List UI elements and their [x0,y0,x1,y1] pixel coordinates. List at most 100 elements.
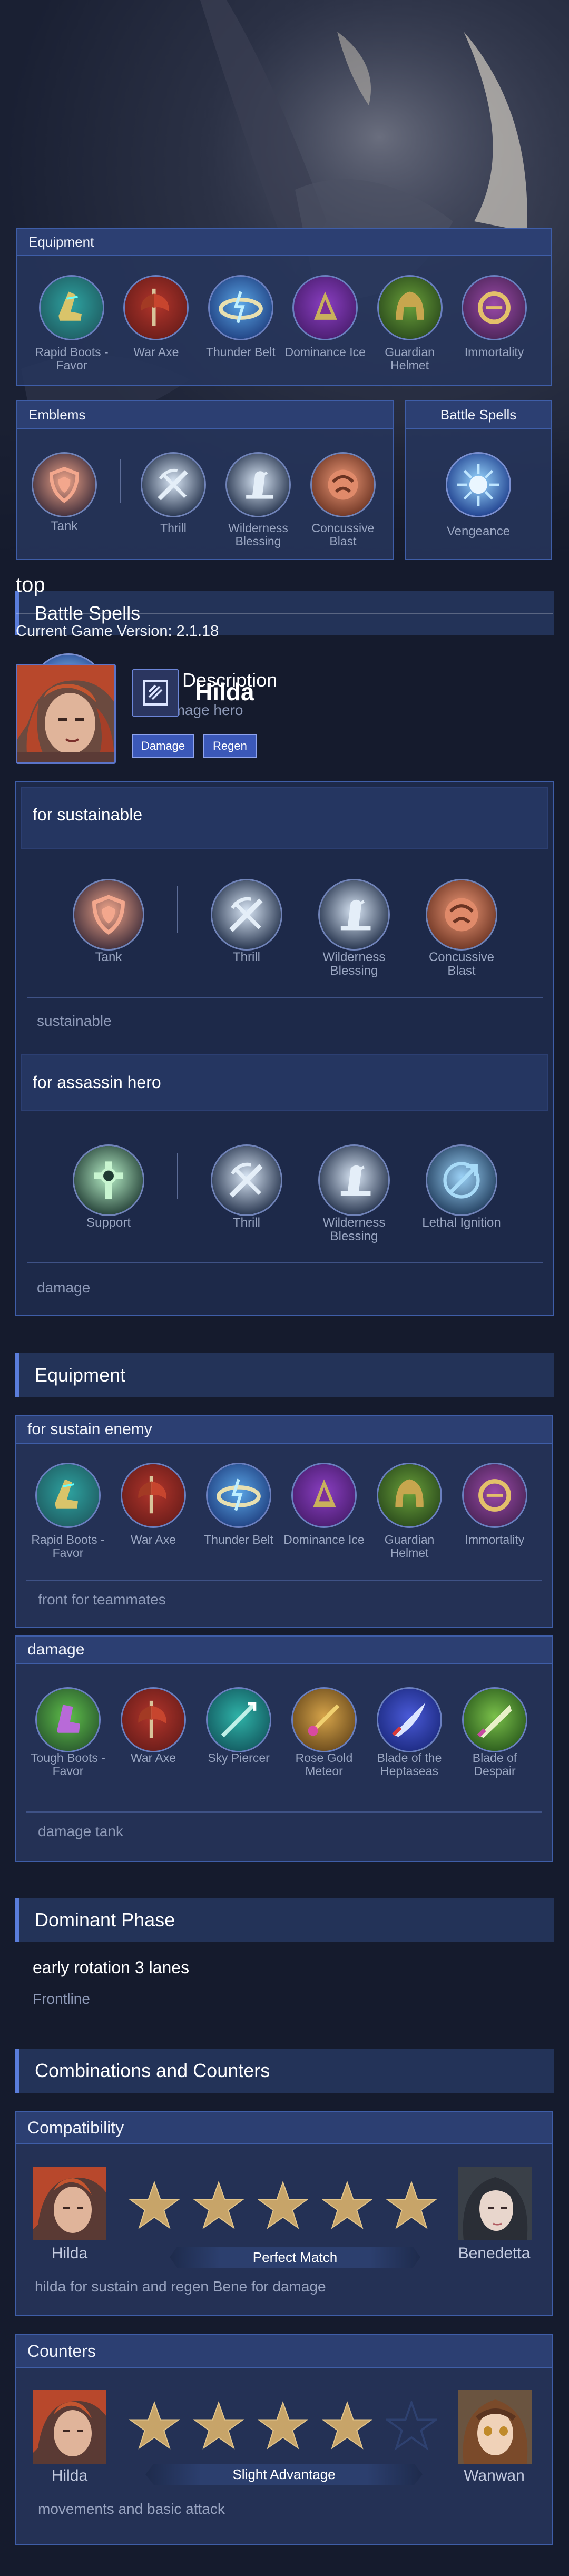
emblems-panel-title: Emblems [17,401,393,429]
item-war-axe-icon[interactable] [121,1463,186,1528]
counter-star-1-filled-icon [129,2401,180,2450]
compat-star-3-filled-icon [258,2180,308,2229]
emblem-build-1-title: for sustainable [33,805,143,824]
talent-lethal-ignition-icon[interactable] [426,1144,497,1216]
hero-portrait [16,664,116,764]
item-blade-of-despair-icon[interactable] [462,1687,527,1752]
talent-label: Concussive Blast [428,950,495,978]
emblem-support-icon[interactable] [73,1144,144,1216]
item-label: War Axe [130,1533,176,1546]
counters-label: Slight Advantage [145,2464,423,2485]
item-label: Blade of Despair [472,1751,517,1778]
item-label: Blade of the Heptaseas [377,1751,442,1778]
tag-damage: Damage [132,734,195,758]
battle-spells-panel-title: Battle Spells [406,401,551,429]
item-tough-boots-favor-icon[interactable] [35,1687,101,1752]
compatibility-title: Compatibility [16,2112,552,2144]
emblem-tank-icon[interactable] [32,452,97,517]
item-dominance-ice-icon[interactable] [291,1463,357,1528]
item-label: Tough Boots - Favor [31,1751,105,1778]
compat-star-2-filled-icon [193,2180,244,2229]
talent-wilderness-blessing-icon[interactable] [225,452,291,517]
item-sky-piercer-icon[interactable] [206,1687,271,1752]
emblem-tank-icon[interactable] [73,879,144,951]
emblem-main-label: Tank [95,950,122,964]
counter-left-hero-name: Hilda [51,2467,88,2484]
emblem-build-1-divider [177,886,178,933]
item-rapid-boots-favor-icon[interactable] [35,1463,101,1528]
item-dominance-ice-icon[interactable] [292,275,358,340]
talent-concussive-blast-icon[interactable] [426,879,497,951]
compat-right-hero-portrait [458,2167,532,2240]
dominant-phase-heading: early rotation 3 lanes [33,1958,190,1977]
section-dominant-phase: Dominant Phase [15,1898,554,1942]
compat-star-4-filled-icon [322,2180,372,2229]
talent-wilderness-blessing-icon[interactable] [318,879,390,951]
talent-label: Wilderness Blessing [322,1216,386,1243]
spell-vengeance-icon[interactable] [446,452,511,517]
counter-left-hero-portrait [33,2390,106,2464]
compatibility-note: hilda for sustain and regen Bene for dam… [35,2278,326,2295]
item-immortality-icon[interactable] [462,1463,527,1528]
talent-label: Wilderness Blessing [322,950,386,978]
emblem-build-2-divider [177,1153,178,1199]
emblem-divider [120,459,121,503]
item-thunder-belt-icon[interactable] [208,275,273,340]
item-guardian-helmet-icon[interactable] [377,1463,442,1528]
emblem-main-label: Tank [51,519,78,533]
counter-right-hero-portrait [458,2390,532,2464]
item-rapid-boots-favor-icon[interactable] [39,275,104,340]
equipment-build-1-note: front for teammates [38,1591,166,1608]
talent-thrill-icon[interactable] [211,879,282,951]
counter-star-3-filled-icon [258,2401,308,2450]
counters-title: Counters [16,2335,552,2368]
compat-star-5-filled-icon [386,2180,437,2229]
emblem-build-2-title: for assassin hero [33,1073,161,1092]
item-rose-gold-meteor-icon[interactable] [291,1687,357,1752]
counter-star-5-empty-icon [386,2401,437,2451]
hero-name: Hilda [195,678,254,706]
page-title: top [16,573,45,596]
counters-note: movements and basic attack [38,2501,225,2517]
counter-star-4-filled-icon [322,2401,372,2450]
item-label: War Axe [133,345,179,359]
emblem-build-2-rule [27,1262,543,1263]
item-label: Thunder Belt [205,345,276,359]
emblem-builds-panel [15,781,554,1316]
item-label: Guardian Helmet [385,345,435,372]
dominant-phase-role: Frontline [33,1991,90,2007]
counter-right-hero-name: Wanwan [464,2467,525,2484]
item-label: Dominance Ice [284,345,366,359]
talent-thrill-icon[interactable] [141,452,206,517]
tag-regen: Regen [203,734,257,758]
talent-label: Wilderness Blessing [228,521,288,548]
title-divider [16,613,553,614]
counter-star-2-filled-icon [193,2401,244,2450]
game-version: Current Game Version: 2.1.18 [16,623,219,640]
equipment-build-2-title: damage [16,1637,552,1664]
compatibility-label: Perfect Match [170,2247,420,2268]
emblem-build-1-rule [27,997,543,998]
equipment-panel-title: Equipment [17,229,551,256]
item-war-axe-icon[interactable] [123,275,189,340]
talent-wilderness-blessing-icon[interactable] [318,1144,390,1216]
compat-left-hero-portrait [33,2167,106,2240]
compat-left-hero-name: Hilda [51,2245,88,2262]
emblem-build-2-note: damage [37,1279,91,1296]
role-icon [132,669,179,717]
talent-thrill-icon[interactable] [211,1144,282,1216]
talent-label: Thrill [233,1216,260,1230]
section-equipment: Equipment [15,1353,554,1397]
item-label: Guardian Helmet [384,1533,435,1560]
item-blade-of-the-heptaseas-icon[interactable] [377,1687,442,1752]
item-label: War Axe [130,1751,176,1765]
section-combinations: Combinations and Counters [15,2049,554,2093]
talent-label: Concussive Blast [311,521,375,548]
item-guardian-helmet-icon[interactable] [377,275,443,340]
item-thunder-belt-icon[interactable] [206,1463,271,1528]
compat-star-1-filled-icon [129,2180,180,2229]
equipment-build-2-note: damage tank [38,1823,123,1839]
item-immortality-icon[interactable] [462,275,527,340]
item-war-axe-icon[interactable] [121,1687,186,1752]
talent-concussive-blast-icon[interactable] [310,452,376,517]
